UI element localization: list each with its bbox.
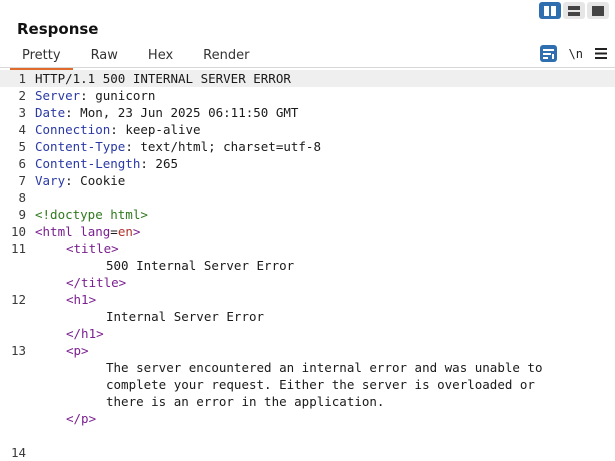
h1-text: Internal Server Error: [106, 309, 265, 324]
editor-tools: \n: [539, 44, 607, 63]
layout-toggle: [539, 2, 609, 19]
line-number: 1: [18, 71, 26, 86]
code-line: </title>: [0, 274, 615, 291]
h1-close-tag: </h1>: [66, 326, 104, 341]
pretty-print-icon[interactable]: [539, 45, 557, 62]
lang-equals: =: [110, 224, 118, 239]
header-value: Cookie: [72, 173, 126, 188]
code-line: there is an error in the application.: [0, 393, 615, 410]
header-name: Server: [35, 88, 81, 103]
lang-attribute: lang: [72, 224, 111, 239]
split-horizontal-icon[interactable]: [539, 2, 561, 19]
header-name: Connection: [35, 122, 111, 137]
line-number: 13: [10, 343, 26, 358]
code-line: 2 Server: gunicorn: [0, 87, 615, 104]
lang-value: en: [117, 224, 133, 239]
title-text: 500 Internal Server Error: [106, 258, 295, 273]
doctype: <!doctype html>: [35, 207, 148, 222]
line-number: 12: [10, 292, 26, 307]
paragraph-text-2: complete your request. Either the server…: [106, 377, 535, 392]
line-number: 4: [18, 122, 26, 137]
code-line: 8: [0, 189, 615, 206]
header-name: Vary: [35, 173, 66, 188]
code-line: 12 <h1>: [0, 291, 615, 308]
code-line: 10 <html lang=en>: [0, 223, 615, 240]
html-close-bracket: >: [132, 224, 141, 239]
line-number: 6: [18, 156, 26, 171]
code-line: 11 <title>: [0, 240, 615, 257]
title-close-tag: </title>: [66, 275, 127, 290]
tab-raw[interactable]: Raw: [79, 46, 130, 68]
code-line: 13 <p>: [0, 342, 615, 359]
code-line: Internal Server Error: [0, 308, 615, 325]
tab-pretty[interactable]: Pretty: [10, 46, 73, 70]
response-editor[interactable]: 1 HTTP/1.1 500 INTERNAL SERVER ERROR 2 S…: [0, 70, 615, 460]
code-line: 500 Internal Server Error: [0, 257, 615, 274]
header-value: text/html; charset=utf-8: [132, 139, 321, 154]
show-newlines-button[interactable]: \n: [569, 47, 583, 61]
line-number: 3: [18, 105, 26, 120]
line-number: 7: [18, 173, 26, 188]
line-number: 14: [10, 445, 26, 460]
line-number: 8: [18, 190, 26, 205]
code-line: 4 Connection: keep-alive: [0, 121, 615, 138]
p-open-tag: <p>: [66, 343, 89, 358]
tab-render[interactable]: Render: [191, 46, 261, 68]
menu-icon[interactable]: [595, 44, 607, 63]
code-line: 9 <!doctype html>: [0, 206, 615, 223]
line-number: 9: [18, 207, 26, 222]
paragraph-text-3: there is an error in the application.: [106, 394, 385, 409]
code-line: 5 Content-Type: text/html; charset=utf-8: [0, 138, 615, 155]
header-value: 265: [147, 156, 178, 171]
code-line: </h1>: [0, 325, 615, 342]
code-line: </p>: [0, 410, 615, 427]
code-line: 6 Content-Length: 265: [0, 155, 615, 172]
line-number: 11: [10, 241, 26, 256]
line-number: 2: [18, 88, 26, 103]
line-number: 5: [18, 139, 26, 154]
header-value: gunicorn: [87, 88, 156, 103]
h1-open-tag: <h1>: [66, 292, 97, 307]
code-line: 3 Date: Mon, 23 Jun 2025 06:11:50 GMT: [0, 104, 615, 121]
code-line: 14: [0, 444, 615, 461]
status-line: HTTP/1.1 500 INTERNAL SERVER ERROR: [35, 71, 291, 86]
header-value: keep-alive: [117, 122, 201, 137]
code-line: 7 Vary: Cookie: [0, 172, 615, 189]
line-number: 10: [10, 224, 26, 239]
p-close-tag: </p>: [66, 411, 97, 426]
tab-divider: [0, 67, 615, 68]
header-name: Content-Type: [35, 139, 126, 154]
title-open-tag: <title>: [66, 241, 119, 256]
code-line: 1 HTTP/1.1 500 INTERNAL SERVER ERROR: [0, 70, 615, 87]
header-value: Mon, 23 Jun 2025 06:11:50 GMT: [72, 105, 299, 120]
panel-title: Response: [17, 20, 99, 38]
single-pane-icon[interactable]: [587, 2, 609, 19]
view-tabs: Pretty Raw Hex Render: [10, 46, 267, 70]
code-line: complete your request. Either the server…: [0, 376, 615, 393]
tab-hex[interactable]: Hex: [136, 46, 185, 68]
code-line: The server encountered an internal error…: [0, 359, 615, 376]
paragraph-text-1: The server encountered an internal error…: [106, 360, 543, 375]
header-name: Date: [35, 105, 66, 120]
split-vertical-icon[interactable]: [563, 2, 585, 19]
html-open-tag: <html: [35, 224, 73, 239]
header-name: Content-Length: [35, 156, 141, 171]
